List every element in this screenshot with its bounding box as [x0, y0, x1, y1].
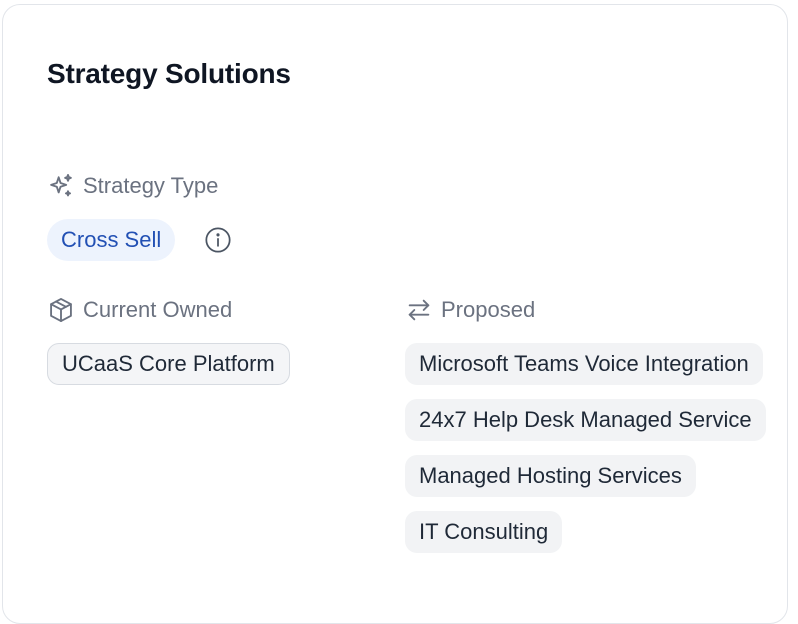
proposed-item-chip: 24x7 Help Desk Managed Service	[405, 399, 766, 441]
strategy-type-label: Strategy Type	[47, 172, 218, 200]
info-icon[interactable]	[204, 226, 232, 254]
strategy-type-badge: Cross Sell	[47, 219, 176, 261]
proposed-item-chip: Microsoft Teams Voice Integration	[405, 343, 763, 385]
swap-arrows-icon	[405, 296, 433, 324]
current-owned-label-text: Current Owned	[83, 297, 233, 322]
proposed-item-chip: IT Consulting	[405, 511, 563, 553]
proposed-item-chip: Managed Hosting Services	[405, 455, 696, 497]
box-icon	[47, 296, 75, 324]
current-owned-label: Current Owned	[47, 296, 232, 324]
proposed-label-text: Proposed	[441, 297, 536, 322]
card-title: Strategy Solutions	[47, 58, 291, 89]
proposed-label: Proposed	[405, 296, 535, 324]
strategy-type-label-text: Strategy Type	[83, 173, 219, 198]
owned-item-chip: UCaaS Core Platform	[47, 343, 290, 385]
sparkles-icon	[47, 172, 75, 200]
